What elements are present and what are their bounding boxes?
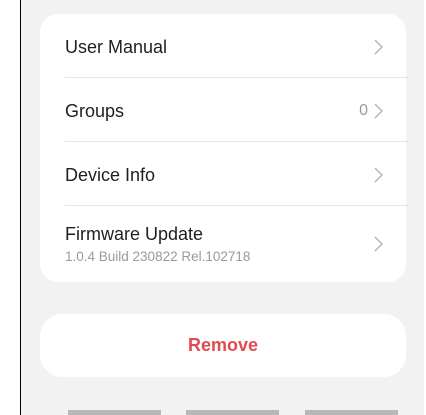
settings-card: User Manual Groups 0 Device Info Firmwar…	[40, 14, 408, 282]
groups-label: Groups	[65, 100, 125, 121]
firmware-update-label: Firmware Update	[65, 224, 204, 244]
chevron-right-icon	[374, 39, 383, 55]
chevron-right-icon	[374, 103, 383, 119]
bottom-bar-segment	[305, 410, 398, 415]
remove-label: Remove	[187, 335, 259, 355]
device-info-row[interactable]: Device Info	[65, 160, 383, 190]
device-settings-screen: User Manual Groups 0 Device Info Firmwar…	[20, 0, 424, 415]
bottom-bar-segment	[68, 410, 161, 415]
bottom-bar-segment	[186, 410, 279, 415]
device-info-label: Device Info	[65, 164, 156, 185]
remove-button[interactable]: Remove	[40, 314, 406, 377]
chevron-right-icon	[374, 236, 383, 252]
divider	[65, 205, 408, 206]
firmware-update-row[interactable]: Firmware Update 1.0.4 Build 230822 Rel.1…	[65, 220, 383, 268]
user-manual-row[interactable]: User Manual	[65, 32, 383, 62]
chevron-right-icon	[374, 167, 383, 183]
groups-count: 0	[359, 102, 368, 119]
divider	[65, 77, 408, 78]
groups-row[interactable]: Groups 0	[65, 96, 383, 126]
firmware-version-text: 1.0.4 Build 230822 Rel.102718	[65, 249, 251, 264]
divider	[65, 141, 408, 142]
user-manual-label: User Manual	[65, 36, 168, 57]
